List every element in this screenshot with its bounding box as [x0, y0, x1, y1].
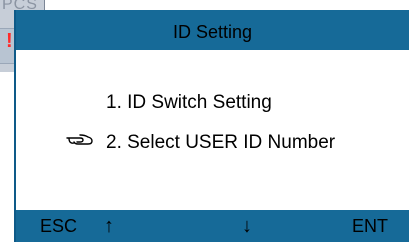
- device-screen: ID Setting 1. ID Switch Setting 2. Selec…: [14, 10, 409, 242]
- app-root: PCS ! ID Setting 1. ID Switch Setting 2.…: [0, 0, 409, 242]
- menu-item-id-switch-setting[interactable]: 1. ID Switch Setting: [106, 92, 272, 114]
- softkey-bar: ESC ↑ ↓ ENT: [16, 210, 409, 242]
- menu-item-select-user-id-number[interactable]: 2. Select USER ID Number: [106, 132, 335, 154]
- screen-title: ID Setting: [172, 22, 253, 42]
- warning-mark-icon: !: [6, 30, 13, 52]
- up-arrow-key[interactable]: ↑: [104, 210, 114, 242]
- esc-key[interactable]: ESC: [40, 210, 77, 242]
- down-arrow-key[interactable]: ↓: [242, 210, 252, 242]
- pointing-hand-icon: [66, 131, 94, 155]
- title-bar: ID Setting: [16, 10, 409, 50]
- ent-key[interactable]: ENT: [352, 210, 388, 242]
